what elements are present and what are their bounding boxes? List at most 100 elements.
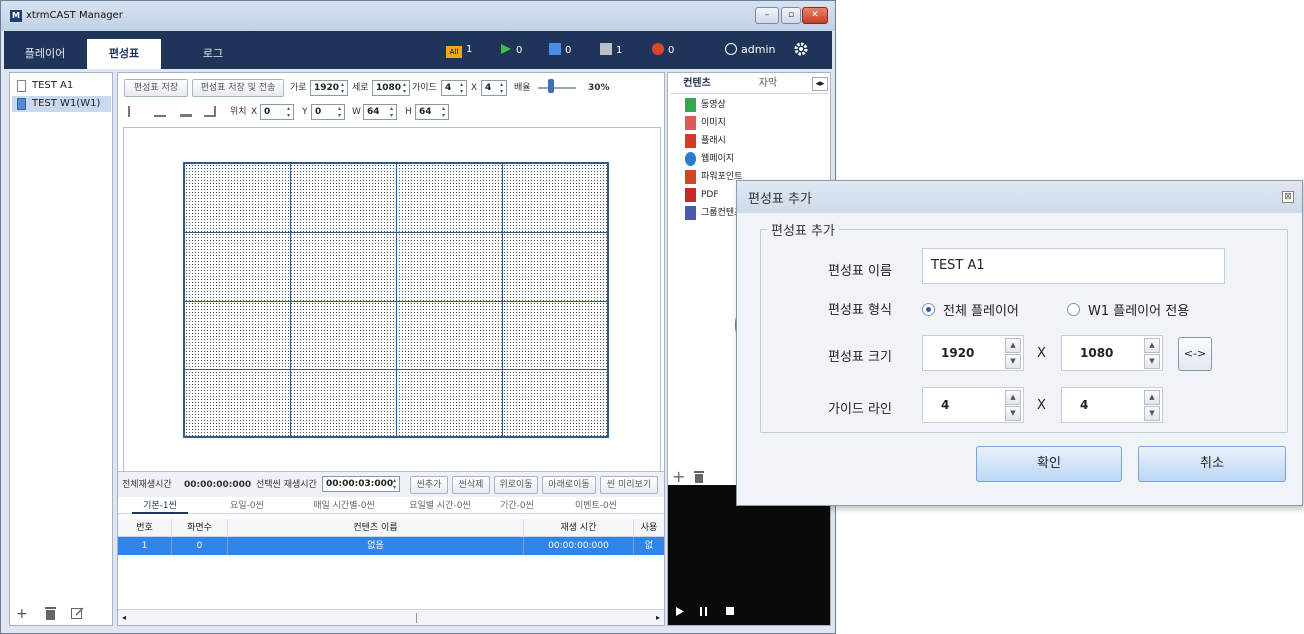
move-down-button[interactable]: 아래로이동 <box>542 476 596 494</box>
close-button[interactable]: ✕ <box>802 7 828 24</box>
zoom-label: 배율 <box>514 83 531 93</box>
align-left-icon[interactable] <box>128 106 140 117</box>
tab-weekday[interactable]: 요일-0씬 <box>222 498 272 514</box>
screen-layout-grid[interactable] <box>183 162 609 438</box>
ok-button[interactable]: 확인 <box>976 446 1122 482</box>
tab-subtitles[interactable]: 자막 <box>748 76 788 92</box>
spin-up-icon[interactable]: ▲ <box>1005 390 1021 405</box>
align-right-icon[interactable] <box>204 106 216 117</box>
content-type-webpage[interactable]: 웹페이지 <box>684 151 824 167</box>
scene-table-header: 번호 화면수 컨텐츠 이름 재생 시간 사용 <box>118 519 664 537</box>
tab-basic[interactable]: 기본-1씬 <box>132 498 188 514</box>
player-item-test-a1[interactable]: TEST A1 <box>12 78 111 94</box>
radio-all-players[interactable] <box>922 303 935 316</box>
spin-up-icon[interactable]: ▲ <box>1144 390 1160 405</box>
column-header[interactable]: 번호 <box>118 519 172 537</box>
tab-player[interactable]: 플레이어 <box>8 39 82 69</box>
scroll-left-icon[interactable]: ◂ <box>122 613 126 622</box>
spin-up-icon[interactable]: ▲ <box>1144 338 1160 353</box>
pause-icon[interactable] <box>700 607 707 619</box>
tab-weekday-time[interactable]: 요일별 시간-0씬 <box>398 498 482 514</box>
error-icon <box>652 43 664 55</box>
tab-event[interactable]: 이벤트-0씬 <box>566 498 626 514</box>
delete-player-icon[interactable] <box>45 607 56 624</box>
selected-time-spinner[interactable]: 00:00:03:000 <box>322 476 400 492</box>
content-type-video[interactable]: 동영상 <box>684 97 824 113</box>
player-item-test-w1[interactable]: TEST W1(W1) <box>12 96 111 112</box>
guide-line <box>396 164 397 436</box>
scene-preview-button[interactable]: 씬 미리보기 <box>600 476 658 494</box>
h-spinner[interactable]: 64 <box>415 104 449 120</box>
column-header[interactable]: 재생 시간 <box>524 519 634 537</box>
column-header[interactable]: 화면수 <box>172 519 228 537</box>
maximize-button[interactable]: ▫ <box>781 7 801 24</box>
height-spinner[interactable]: 1080 <box>372 80 410 96</box>
size-height-spinner[interactable]: 1080 ▲ ▼ <box>1061 335 1163 371</box>
cell-content-name: 없음 <box>228 537 524 555</box>
w-spinner[interactable]: 64 <box>363 104 397 120</box>
add-player-icon[interactable]: + <box>16 606 28 622</box>
zoom-value: 30% <box>588 83 610 93</box>
table-row[interactable]: 1 0 없음 00:00:00:000 없 <box>118 537 664 555</box>
guide-line <box>185 301 607 302</box>
pos-y-spinner[interactable]: 0 <box>311 104 345 120</box>
save-schedule-button[interactable]: 편성표 저장 <box>124 79 188 97</box>
horizontal-scrollbar[interactable]: ◂ ▸ <box>118 609 664 625</box>
scroll-thumb[interactable] <box>416 613 417 623</box>
tab-period[interactable]: 기간-0씬 <box>492 498 542 514</box>
guide-x-spinner[interactable]: 4 <box>441 80 467 96</box>
guide-x-spinner[interactable]: 4 ▲ ▼ <box>922 387 1024 423</box>
spin-down-icon[interactable]: ▼ <box>1144 354 1160 369</box>
play-icon[interactable] <box>676 607 684 619</box>
tab-log[interactable]: 로그 <box>176 39 250 69</box>
zoom-slider-handle[interactable] <box>548 79 554 93</box>
spin-up-icon[interactable]: ▲ <box>1005 338 1021 353</box>
content-type-flash[interactable]: 플래시 <box>684 133 824 149</box>
guide-y-spinner[interactable]: 4 ▲ ▼ <box>1061 387 1163 423</box>
guide-y-spinner[interactable]: 4 <box>481 80 507 96</box>
layout-canvas[interactable] <box>123 127 661 479</box>
spin-down-icon[interactable]: ▼ <box>1144 406 1160 421</box>
dialog-close-icon[interactable]: ⊠ <box>1282 191 1294 203</box>
content-type-label: 웹페이지 <box>701 154 735 164</box>
swap-size-button[interactable]: <-> <box>1178 337 1212 371</box>
align-bottom-icon[interactable] <box>180 106 192 117</box>
move-up-button[interactable]: 위로이동 <box>494 476 538 494</box>
radio-w1-only-label[interactable]: W1 플레이어 전용 <box>1088 300 1189 319</box>
cancel-button[interactable]: 취소 <box>1138 446 1286 482</box>
spin-down-icon[interactable]: ▼ <box>1005 406 1021 421</box>
status-all: All 1 <box>446 43 472 58</box>
align-center-icon[interactable] <box>154 106 166 117</box>
pos-x-spinner[interactable]: 0 <box>260 104 294 120</box>
save-send-button[interactable]: 편성표 저장 및 전송 <box>192 79 284 97</box>
selected-time-label: 선택씬 재생시간 <box>256 480 317 490</box>
schedule-name-input[interactable]: TEST A1 <box>922 248 1225 284</box>
width-spinner[interactable]: 1920 <box>310 80 348 96</box>
delete-content-icon[interactable] <box>694 471 704 486</box>
user-menu[interactable]: admin <box>725 43 775 57</box>
scroll-right-icon[interactable]: ▸ <box>656 613 660 622</box>
status-error-count: 0 <box>668 45 675 56</box>
spin-down-icon[interactable]: ▼ <box>1005 354 1021 369</box>
tab-schedule[interactable]: 편성표 <box>87 39 161 69</box>
tab-daily-time[interactable]: 매일 시간별-0씬 <box>304 498 384 514</box>
panel-arrows-icon[interactable]: ◂▸ <box>812 77 828 91</box>
edit-player-icon[interactable] <box>71 607 84 624</box>
add-scene-button[interactable]: 씬추가 <box>410 476 448 494</box>
column-header[interactable]: 컨텐츠 이름 <box>228 519 524 537</box>
radio-w1-only[interactable] <box>1067 303 1080 316</box>
size-width-spinner[interactable]: 1920 ▲ ▼ <box>922 335 1024 371</box>
add-content-icon[interactable]: + <box>672 467 685 486</box>
status-stop-count: 0 <box>565 45 572 56</box>
tab-contents[interactable]: 컨텐츠 <box>672 76 722 92</box>
minimize-button[interactable]: – <box>755 7 779 24</box>
zoom-slider[interactable] <box>538 87 576 89</box>
settings-gear-icon[interactable] <box>793 41 809 56</box>
player-list: TEST A1 TEST W1(W1) <box>9 72 113 626</box>
delete-scene-button[interactable]: 씬삭제 <box>452 476 490 494</box>
radio-all-players-label[interactable]: 전체 플레이어 <box>943 300 1019 319</box>
stop-icon[interactable] <box>726 607 734 615</box>
column-header[interactable]: 사용 <box>634 519 664 537</box>
group-content-icon <box>685 206 696 220</box>
content-type-image[interactable]: 이미지 <box>684 115 824 131</box>
